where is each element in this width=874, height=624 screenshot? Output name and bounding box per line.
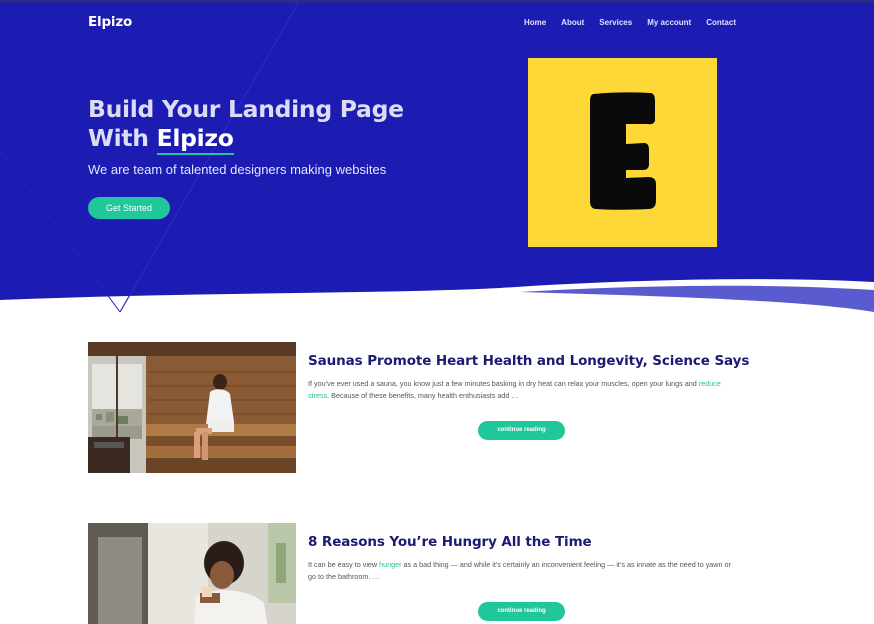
top-border bbox=[0, 0, 874, 3]
letter-e-icon bbox=[590, 92, 656, 210]
excerpt-text: . Because of these benefits, many health… bbox=[327, 391, 519, 400]
get-started-button[interactable]: Get Started bbox=[88, 197, 170, 219]
excerpt-text: It can be easy to view bbox=[308, 560, 380, 569]
post-image-sauna[interactable] bbox=[88, 342, 296, 473]
post-excerpt: It can be easy to view hunger as a bad t… bbox=[308, 559, 738, 583]
nav-my-account[interactable]: My account bbox=[647, 18, 691, 28]
nav-about[interactable]: About bbox=[561, 18, 584, 28]
post-card: 8 Reasons You’re Hungry All the Time It … bbox=[88, 523, 738, 624]
post-card: Saunas Promote Heart Health and Longevit… bbox=[88, 342, 749, 473]
post-title[interactable]: 8 Reasons You’re Hungry All the Time bbox=[308, 534, 592, 550]
hero-title: Build Your Landing Page With Elpizo bbox=[88, 95, 404, 155]
post-title[interactable]: Saunas Promote Heart Health and Longevit… bbox=[308, 353, 749, 369]
excerpt-text: If you’ve ever used a sauna, you know ju… bbox=[308, 379, 699, 388]
post-image-hungry[interactable] bbox=[88, 523, 296, 624]
hero-title-brand: Elpizo bbox=[156, 124, 234, 155]
hero-background bbox=[0, 0, 874, 312]
nav-home[interactable]: Home bbox=[524, 18, 546, 28]
nav-contact[interactable]: Contact bbox=[706, 18, 736, 28]
post-excerpt: If you’ve ever used a sauna, you know ju… bbox=[308, 378, 738, 402]
excerpt-link[interactable]: hunger bbox=[379, 560, 401, 569]
hero-title-line1: Build Your Landing Page bbox=[88, 95, 404, 123]
hero-subtitle: We are team of talented designers making… bbox=[88, 162, 387, 177]
hero-section: Elpizo Home About Services My account Co… bbox=[0, 0, 874, 312]
continue-reading-button[interactable]: continue reading bbox=[478, 602, 565, 621]
continue-reading-button[interactable]: continue reading bbox=[478, 421, 565, 440]
brand-logo-image bbox=[528, 58, 717, 247]
site-logo[interactable]: Elpizo bbox=[88, 14, 132, 30]
main-nav: Home About Services My account Contact bbox=[509, 18, 736, 28]
nav-services[interactable]: Services bbox=[599, 18, 632, 28]
hero-title-with: With bbox=[88, 124, 157, 152]
